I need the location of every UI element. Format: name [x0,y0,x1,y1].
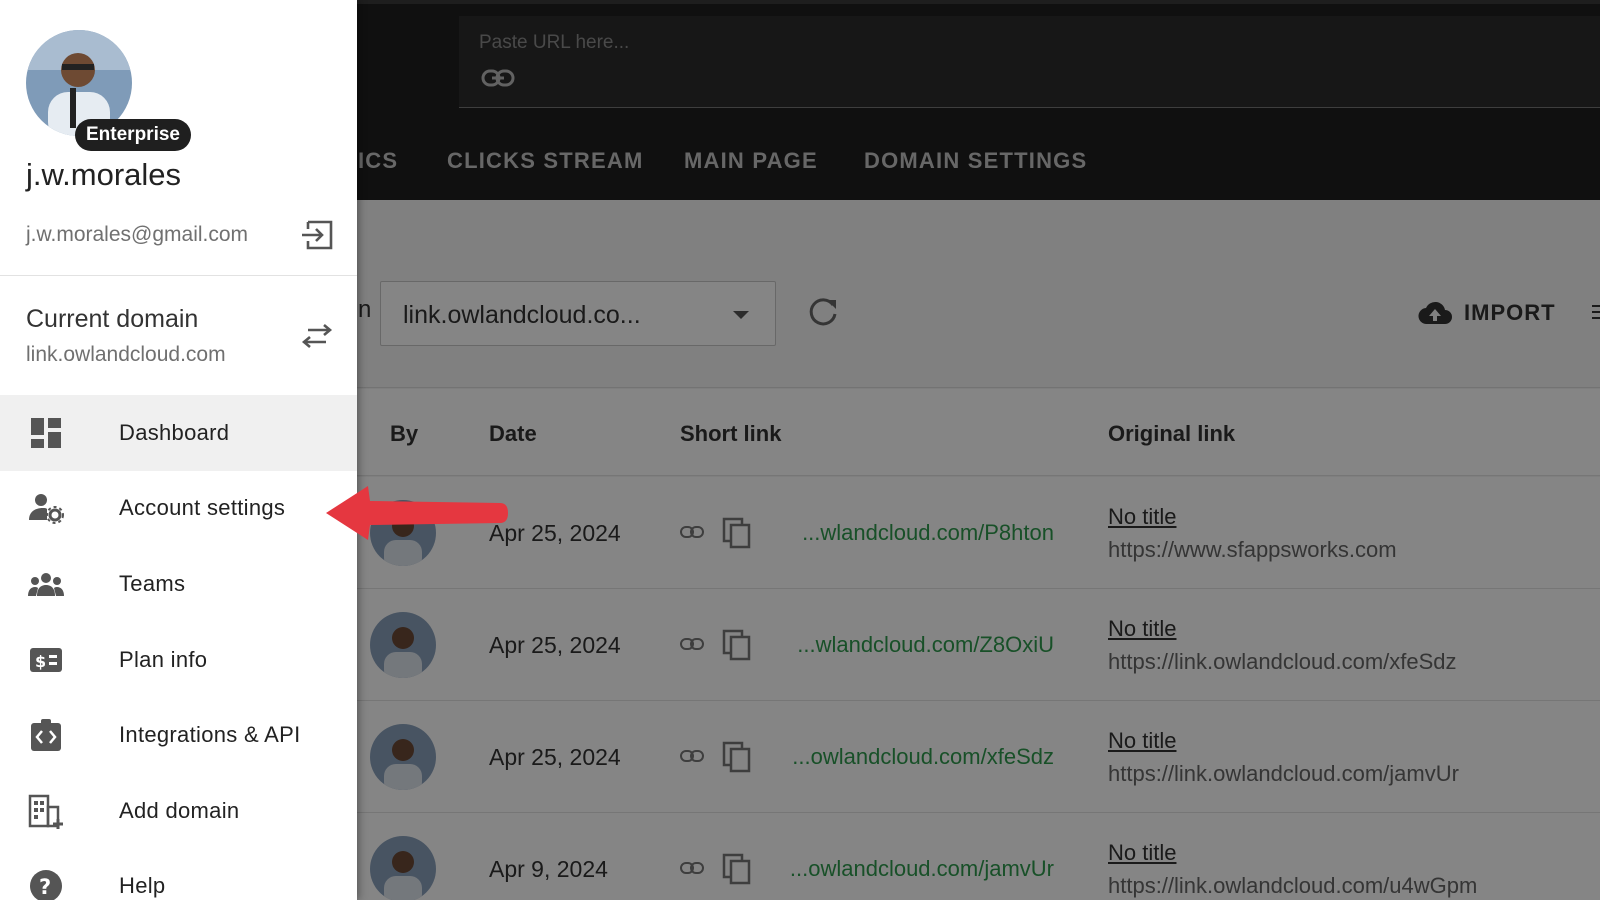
annotation-arrow [326,486,508,540]
svg-text:$: $ [35,652,46,671]
integrations-icon [31,719,61,751]
current-domain-label: Current domain [26,305,199,333]
plan-info-icon: $ [30,648,62,672]
divider [0,275,357,276]
nav-item-dashboard[interactable]: Dashboard [0,395,357,471]
nav-item-integrations-api[interactable]: Integrations & API [0,697,357,773]
nav-item-account-settings[interactable]: Account settings [0,470,357,546]
logout-icon[interactable] [300,219,334,251]
nav-item-label: Teams [119,571,186,596]
nav-item-label: Help [119,873,166,898]
user-email: j.w.morales@gmail.com [26,223,249,246]
svg-text:?: ? [39,875,51,899]
nav-item-label: Account settings [119,495,286,520]
account-settings-icon [29,494,64,524]
navigation-drawer: Enterprise j.w.morales j.w.morales@gmail… [0,0,357,900]
nav-item-label: Dashboard [119,420,230,445]
nav-item-add-domain[interactable]: Add domain [0,773,357,849]
current-domain-value: link.owlandcloud.com [26,343,226,366]
swap-domain-icon[interactable] [300,322,334,350]
teams-icon [28,573,64,596]
nav-item-label: Add domain [119,798,240,823]
plan-badge: Enterprise [75,119,191,151]
nav-item-label: Plan info [119,647,208,672]
nav-item-help[interactable]: ? Help [0,848,357,900]
nav-item-teams[interactable]: Teams [0,546,357,622]
nav-item-label: Integrations & API [119,722,301,747]
add-domain-icon [28,794,63,829]
help-icon: ? [30,870,62,900]
nav-item-plan-info[interactable]: $ Plan info [0,622,357,698]
user-name: j.w.morales [26,157,182,192]
dashboard-icon [31,418,61,448]
